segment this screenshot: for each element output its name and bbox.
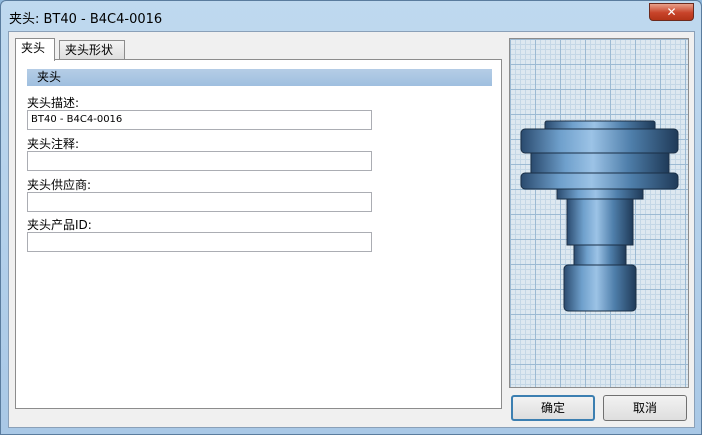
window-title: 夹头: BT40 - B4C4-0016 bbox=[9, 12, 163, 27]
dialog-window: 夹头: BT40 - B4C4-0016 ✕ 夹头 夹头形状 夹头 夹头描述: … bbox=[0, 0, 702, 435]
comment-label: 夹头注释: bbox=[27, 137, 80, 151]
close-icon: ✕ bbox=[666, 5, 677, 19]
ok-button[interactable]: 确定 bbox=[511, 395, 595, 421]
tab-panel: 夹头 夹头描述: BT40 - B4C4-0016 夹头注释: 夹头供应商: 夹… bbox=[15, 59, 502, 409]
holder-3d-preview-icon bbox=[520, 120, 679, 312]
title-bar[interactable]: 夹头: BT40 - B4C4-0016 ✕ bbox=[1, 1, 701, 31]
section-header: 夹头 bbox=[27, 69, 492, 86]
description-field[interactable]: BT40 - B4C4-0016 bbox=[27, 110, 372, 130]
dialog-client-area: 夹头 夹头形状 夹头 夹头描述: BT40 - B4C4-0016 夹头注释: … bbox=[8, 31, 695, 428]
description-label: 夹头描述: bbox=[27, 96, 80, 110]
supplier-field[interactable] bbox=[27, 192, 372, 212]
close-button[interactable]: ✕ bbox=[649, 3, 694, 21]
tab-holder[interactable]: 夹头 bbox=[15, 38, 55, 61]
holder-preview bbox=[509, 38, 689, 388]
product-id-label: 夹头产品ID: bbox=[27, 218, 92, 232]
tab-holder-shape[interactable]: 夹头形状 bbox=[59, 40, 125, 60]
comment-field[interactable] bbox=[27, 151, 372, 171]
product-id-field[interactable] bbox=[27, 232, 372, 252]
supplier-label: 夹头供应商: bbox=[27, 178, 92, 192]
cancel-button[interactable]: 取消 bbox=[603, 395, 687, 421]
